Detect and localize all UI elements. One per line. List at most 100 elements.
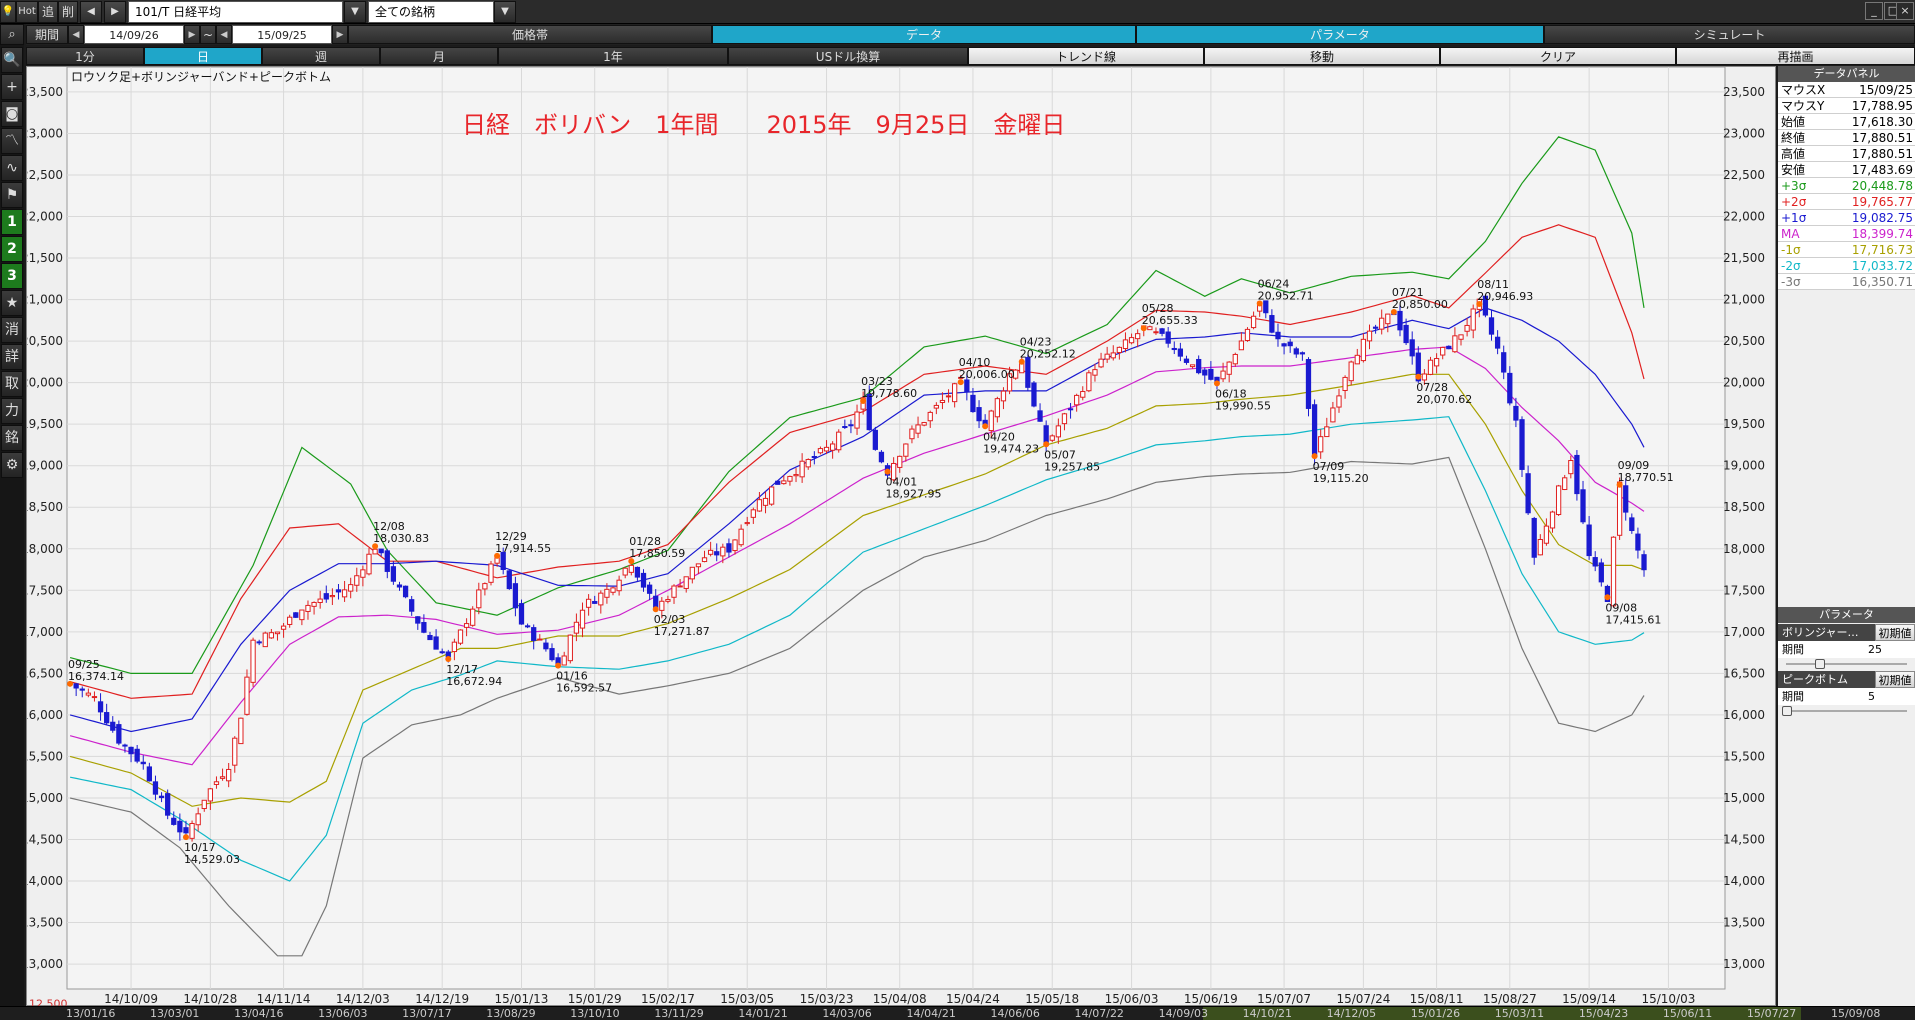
to-date-input[interactable]: 15/09/25	[232, 25, 332, 44]
x-tick-label: 14/11/14	[257, 992, 311, 1006]
tab-price-range[interactable]: 価格帯	[348, 25, 712, 44]
candle-body	[1379, 317, 1385, 330]
toolbar-row: 1分 日 週 月 1年 USドル換算 トレンド線 移動 クリア 再描画	[26, 46, 1915, 66]
to-next-arrow-icon[interactable]: ▶	[332, 25, 348, 44]
tab-data[interactable]: データ	[712, 25, 1136, 44]
y-tick-label-right: 23,500	[1723, 85, 1765, 99]
candle-body	[244, 676, 250, 715]
flag-icon[interactable]: ⚑	[1, 182, 23, 208]
usd-convert-button[interactable]: USドル換算	[728, 47, 968, 65]
line-chart-icon[interactable]: 〽	[1, 128, 23, 154]
lightbulb-icon[interactable]: 💡	[0, 1, 16, 23]
code-input[interactable]: 101/T 日経平均	[128, 1, 343, 23]
data-row-value: 20,448.78	[1851, 179, 1913, 193]
code-dropdown-icon[interactable]: ▼	[344, 1, 366, 23]
from-date-input[interactable]: 14/09/26	[84, 25, 184, 44]
slot-1[interactable]: 1	[1, 209, 23, 235]
detail-icon[interactable]: 詳	[1, 344, 23, 370]
add-button[interactable]: 追	[38, 1, 58, 23]
slot-2[interactable]: 2	[1, 236, 23, 262]
y-tick-label-right: 17,000	[1723, 625, 1765, 639]
reset-default-button[interactable]: 初期値	[1875, 671, 1915, 688]
prev-arrow-icon[interactable]: ◀	[80, 1, 102, 23]
camera-icon[interactable]: ◙	[1, 101, 23, 127]
brand-icon[interactable]: 銘	[1, 425, 23, 451]
candle-body	[195, 813, 201, 826]
scope-select[interactable]: 全ての銘柄	[368, 1, 494, 23]
close-icon[interactable]: ×	[1896, 2, 1914, 20]
candle-body	[561, 655, 567, 666]
delete-button[interactable]: 削	[58, 1, 78, 23]
slider-thumb[interactable]	[1782, 706, 1792, 716]
candlestick-chart[interactable]: 13,000 13,000 13,500 13,500 14,000 14,000 14,5…	[27, 67, 1777, 1007]
parameter-slider[interactable]	[1778, 658, 1915, 670]
scope-dropdown-icon[interactable]: ▼	[494, 1, 516, 23]
y-tick-label-right: 18,500	[1723, 500, 1765, 514]
hot-button[interactable]: Hot	[16, 1, 38, 23]
candle-body	[1494, 336, 1501, 349]
data-row-label: -2σ	[1781, 259, 1801, 273]
candle-body	[817, 448, 824, 454]
data-row-label: 始値	[1781, 115, 1806, 129]
bottom-date-strip[interactable]: 13/01/16 13/03/01 13/04/16 13/06/03 13/07/17…	[0, 1006, 1915, 1020]
candle-body	[592, 600, 598, 604]
timeframe-month[interactable]: 月	[380, 47, 498, 65]
candle-body	[567, 634, 573, 662]
candle-body	[628, 564, 634, 573]
tab-simulate[interactable]: シミュレート	[1544, 25, 1915, 44]
candle-body	[726, 543, 732, 553]
gear-icon[interactable]: ⚙	[1, 452, 23, 478]
bottom-date-label: 13/08/29	[486, 1007, 536, 1020]
timeframe-1year[interactable]: 1年	[498, 47, 728, 65]
trendline-button[interactable]: トレンド線	[968, 47, 1204, 65]
timeframe-1min[interactable]: 1分	[26, 47, 144, 65]
search-icon[interactable]: ⌕	[0, 24, 24, 45]
candle-body	[811, 456, 817, 459]
area-chart-icon[interactable]: ∿	[1, 155, 23, 181]
timeframe-week[interactable]: 週	[262, 47, 380, 65]
y-tick-label-left: 19,000	[27, 459, 63, 473]
bottom-marker	[1604, 594, 1611, 601]
tab-parameters[interactable]: パラメータ	[1136, 25, 1544, 44]
candle-body	[677, 585, 683, 588]
candle-body	[1409, 339, 1415, 357]
reset-default-button[interactable]: 初期値	[1875, 624, 1915, 641]
parameter-value[interactable]: 25	[1868, 641, 1915, 658]
power-icon[interactable]: 力	[1, 398, 23, 424]
x-tick-label: 15/07/24	[1336, 992, 1390, 1006]
from-next-arrow-icon[interactable]: ▶	[184, 25, 200, 44]
candle-body	[585, 598, 592, 608]
data-row-value: 19,765.77	[1851, 195, 1913, 209]
bottom-marker	[652, 606, 659, 613]
redraw-button[interactable]: 再描画	[1676, 47, 1915, 65]
slot-3[interactable]: 3	[1, 263, 23, 289]
candle-body	[134, 748, 140, 762]
move-button[interactable]: 移動	[1204, 47, 1440, 65]
data-row-label: +2σ	[1781, 195, 1807, 209]
minimize-icon[interactable]: _	[1865, 2, 1883, 20]
candle-body	[598, 592, 604, 606]
plus-icon[interactable]: +	[1, 74, 23, 100]
chart-subtitle: ロウソク足+ボリンジャーバンド+ピークボトム	[71, 70, 331, 84]
erase-icon[interactable]: 消	[1, 317, 23, 343]
next-arrow-icon[interactable]: ▶	[104, 1, 126, 23]
bottom-marker	[555, 662, 562, 669]
candle-body	[1427, 359, 1434, 375]
parameter-value[interactable]: 5	[1868, 688, 1915, 705]
candle-body	[805, 459, 811, 468]
timeframe-day[interactable]: 日	[144, 47, 262, 65]
get-icon[interactable]: 取	[1, 371, 23, 397]
star-icon[interactable]: ★	[1, 290, 23, 316]
annotation-value: 20,070.62	[1416, 393, 1472, 406]
to-prev-arrow-icon[interactable]: ◀	[216, 25, 232, 44]
y-tick-label-right: 21,000	[1723, 293, 1765, 307]
clear-button[interactable]: クリア	[1440, 47, 1676, 65]
chart-area[interactable]: 13,000 13,000 13,500 13,500 14,000 14,000 14,5…	[26, 66, 1777, 1007]
search-icon[interactable]: 🔍	[1, 47, 23, 73]
from-prev-arrow-icon[interactable]: ◀	[68, 25, 84, 44]
parameter-slider[interactable]	[1778, 705, 1915, 717]
candle-body	[97, 701, 104, 713]
parameter-row: 期間 5	[1778, 688, 1915, 705]
slider-thumb[interactable]	[1815, 659, 1825, 669]
y-tick-label-right: 14,500	[1723, 832, 1765, 846]
